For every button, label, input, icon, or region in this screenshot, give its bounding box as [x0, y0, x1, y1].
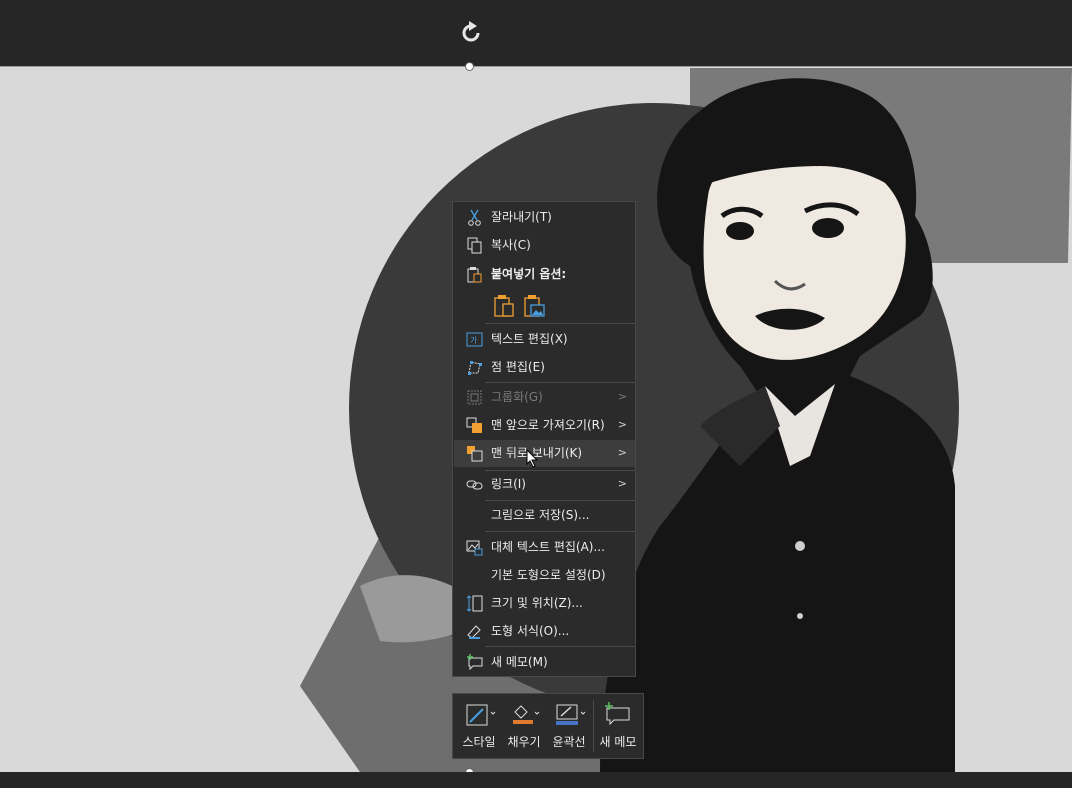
app-top-area: [0, 0, 1072, 66]
new-comment-icon: [466, 654, 483, 671]
chevron-right-icon: >: [617, 446, 627, 459]
fill-button[interactable]: 채우기: [503, 698, 545, 754]
menu-separator: [485, 531, 636, 532]
menu-separator: [485, 646, 636, 647]
menu-separator: [485, 500, 636, 501]
rotate-handle-icon[interactable]: [458, 20, 484, 46]
shape-style-icon: [457, 702, 501, 728]
mini-toolbar: 스타일 채우기 윤곽선 새 메모: [452, 693, 644, 759]
resize-handle-top[interactable]: [465, 62, 474, 71]
chevron-right-icon: >: [617, 477, 627, 490]
menu-item-bring-to-front[interactable]: 맨 앞으로 가져오기(R) >: [454, 412, 635, 439]
menu-item-cut[interactable]: 잘라내기(T): [454, 204, 635, 231]
menu-separator: [485, 323, 636, 324]
menu-item-link[interactable]: 링크(I) >: [454, 471, 635, 498]
mouse-cursor-icon: [526, 448, 540, 469]
link-icon: [466, 476, 483, 493]
menu-item-paste-options: 붙여넣기 옵션:: [454, 261, 635, 288]
menu-item-send-to-back[interactable]: 맨 뒤로 보내기(K) >: [454, 440, 635, 467]
menu-item-format-shape[interactable]: 도형 서식(O)...: [454, 618, 635, 645]
menu-item-size-position[interactable]: 크기 및 위치(Z)...: [454, 590, 635, 617]
svg-text:가: 가: [470, 336, 478, 345]
menu-item-set-default-shape[interactable]: 기본 도형으로 설정(D): [454, 562, 635, 589]
scissors-icon: [466, 209, 483, 226]
new-comment-icon: [595, 702, 641, 728]
paste-options-row: [490, 292, 560, 320]
app-bottom-area: [0, 772, 1072, 788]
edit-text-icon: 가: [466, 331, 483, 348]
paste-keep-format-icon[interactable]: [492, 294, 516, 318]
group-icon: [466, 389, 483, 406]
bring-to-front-icon: [466, 417, 483, 434]
menu-item-edit-points[interactable]: 점 편집(E): [454, 354, 635, 381]
size-position-icon: [466, 595, 483, 612]
chevron-right-icon: >: [617, 390, 627, 403]
menu-item-group[interactable]: 그룹화(G) >: [454, 384, 635, 411]
style-button[interactable]: 스타일: [457, 698, 501, 754]
menu-item-new-comment[interactable]: 새 메모(M): [454, 649, 635, 676]
menu-separator: [485, 382, 636, 383]
paste-icon: [466, 266, 483, 283]
outline-button[interactable]: 윤곽선: [547, 698, 591, 754]
menu-item-edit-text[interactable]: 가 텍스트 편집(X): [454, 326, 635, 353]
fill-bucket-icon: [503, 702, 545, 728]
format-shape-icon: [466, 623, 483, 640]
menu-item-edit-alt-text[interactable]: 대체 텍스트 편집(A)...: [454, 534, 635, 561]
alt-text-icon: [466, 539, 483, 556]
edit-points-icon: [466, 359, 483, 376]
outline-pen-icon: [547, 702, 591, 728]
new-comment-button[interactable]: 새 메모: [595, 698, 641, 754]
selection-top-edge: [0, 66, 1072, 67]
toolbar-separator: [593, 700, 594, 752]
copy-icon: [466, 237, 483, 254]
menu-item-save-as-picture[interactable]: 그림으로 저장(S)...: [454, 502, 635, 529]
context-menu: 잘라내기(T) 복사(C) 붙여넣기 옵션: 가 텍스트 편집(X) 점 편집(…: [452, 201, 636, 677]
chevron-right-icon: >: [617, 418, 627, 431]
paste-picture-icon[interactable]: [522, 294, 546, 318]
menu-item-copy[interactable]: 복사(C): [454, 232, 635, 259]
send-to-back-icon: [466, 445, 483, 462]
